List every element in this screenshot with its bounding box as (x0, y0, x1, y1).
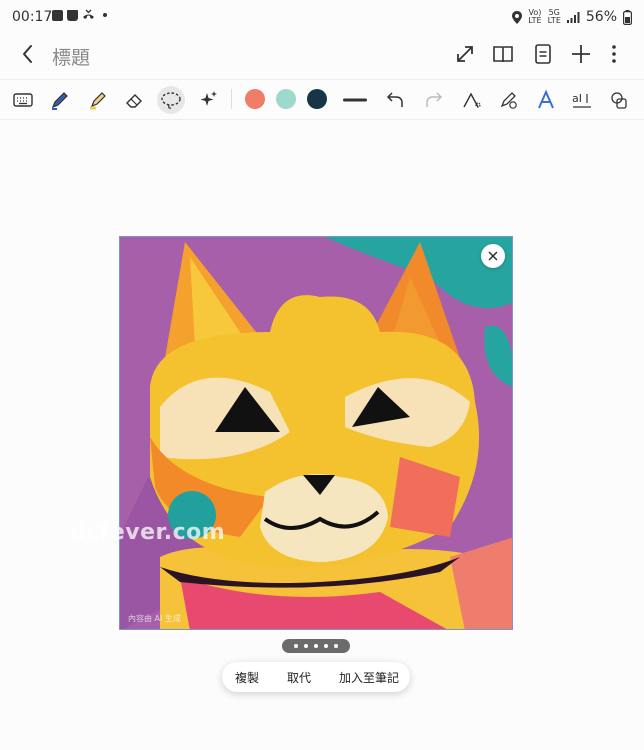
copy-button[interactable]: 複製 (235, 669, 259, 686)
location-icon (512, 10, 523, 24)
image-icon (52, 9, 63, 21)
image-context-menu: 複製 取代 加入至筆記 (222, 662, 410, 692)
dot-icon (103, 13, 107, 17)
expand-icon[interactable] (453, 42, 477, 66)
keyboard-icon[interactable] (9, 86, 37, 114)
more-icon[interactable] (602, 42, 626, 66)
color-swatch-navy[interactable] (307, 89, 327, 109)
drawing-toolbar: aI (0, 79, 644, 120)
close-icon[interactable] (481, 244, 505, 268)
bag-icon (67, 9, 78, 21)
back-icon[interactable] (16, 42, 40, 66)
note-title[interactable]: 標題 (52, 43, 90, 70)
watermark-text: dcfever.com (70, 520, 226, 545)
undo-icon[interactable] (381, 86, 409, 114)
battery-icon (623, 9, 632, 25)
note-icon[interactable] (531, 42, 555, 66)
toolbar-divider (231, 89, 232, 109)
shape-icon[interactable] (458, 86, 486, 114)
page-dot (334, 644, 338, 648)
status-bar: 00:17 Vo) LTE 5G LTE 56% (0, 0, 644, 34)
pen-settings-icon[interactable] (495, 86, 523, 114)
page-dot (304, 644, 308, 648)
color-swatch-mint[interactable] (276, 89, 296, 109)
app-header: 標題 (0, 34, 644, 76)
layers-icon[interactable] (605, 86, 633, 114)
ai-generated-label: 內容由 AI 生成 (128, 614, 181, 623)
line-width-icon[interactable] (341, 86, 369, 114)
text-convert-icon[interactable]: aI (568, 86, 596, 114)
replace-button[interactable]: 取代 (287, 669, 311, 686)
page-dot (324, 644, 328, 648)
color-swatch-coral[interactable] (245, 89, 265, 109)
highlighter-icon[interactable] (84, 86, 112, 114)
missed-call-icon (83, 9, 94, 19)
status-time: 00:17 (12, 9, 53, 25)
battery-text: 56% (585, 9, 617, 25)
signal-icon (566, 11, 580, 23)
generated-cat-image[interactable] (119, 236, 513, 630)
page-dot (314, 644, 318, 648)
add-icon[interactable] (569, 42, 593, 66)
book-icon[interactable] (491, 42, 515, 66)
page-dot (294, 644, 298, 648)
pen-icon[interactable] (46, 86, 74, 114)
add-to-note-button[interactable]: 加入至筆記 (339, 669, 399, 686)
lasso-icon[interactable] (157, 86, 185, 114)
redo-icon[interactable] (420, 86, 448, 114)
eraser-icon[interactable] (120, 86, 148, 114)
svg-text:aI: aI (572, 92, 582, 105)
text-style-icon[interactable] (532, 86, 560, 114)
sparkle-icon[interactable] (195, 86, 223, 114)
page-indicator (282, 639, 350, 653)
